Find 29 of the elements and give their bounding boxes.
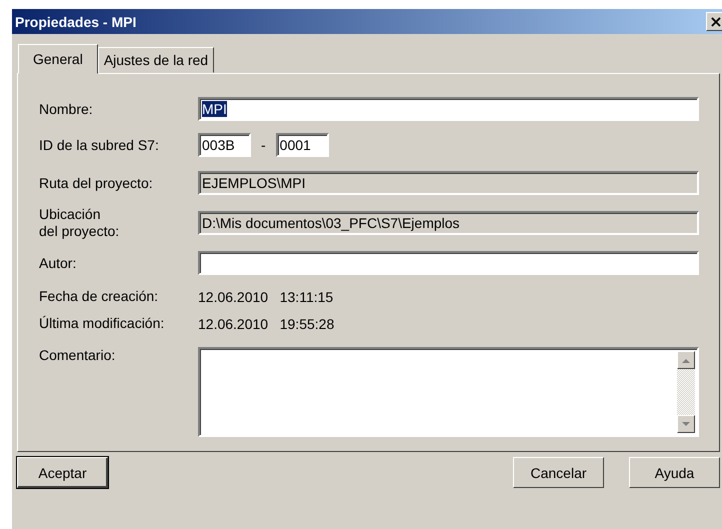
field-label: Última modificación: <box>39 315 166 332</box>
scroll-up-icon[interactable] <box>677 351 695 369</box>
field-label: Fecha de creación: <box>39 288 160 305</box>
field-label: ID de la subred S7: <box>39 136 160 154</box>
field-label: Autor: <box>39 254 78 272</box>
readonly-field: D:\Mis documentos\03_PFC\S7\Ejemplos <box>198 211 699 235</box>
tab[interactable]: General <box>18 44 98 74</box>
comment-textarea[interactable] <box>198 347 699 437</box>
window-title: Propiedades - MPI <box>15 14 136 30</box>
field-label: Ruta del proyecto: <box>39 174 154 192</box>
scroll-down-icon[interactable] <box>677 415 695 433</box>
dialog-button[interactable]: Cancelar <box>513 457 604 488</box>
dialog-button[interactable]: Ayuda <box>629 457 720 488</box>
dialog-button[interactable]: Aceptar <box>17 457 108 488</box>
field-label: Ubicación del proyecto: <box>39 206 120 240</box>
scrollbar[interactable] <box>677 351 695 433</box>
tab[interactable]: Ajustes de la red <box>98 47 214 73</box>
field-value: MPI <box>202 101 227 117</box>
text-field[interactable] <box>198 251 699 275</box>
field-label: Nombre: <box>39 100 94 118</box>
date-value: 12.06.2010 13:11:15 <box>198 288 334 304</box>
readonly-field: EJEMPLOS\MPI <box>198 171 699 195</box>
text-field[interactable]: 003B <box>198 133 251 157</box>
separator-text: - <box>261 137 266 153</box>
field-label: Comentario: <box>39 347 116 364</box>
close-button[interactable]: × <box>706 12 722 31</box>
text-field[interactable]: MPI <box>198 97 699 121</box>
text-field[interactable]: 0001 <box>276 133 329 157</box>
date-value: 12.06.2010 19:55:28 <box>198 316 334 332</box>
